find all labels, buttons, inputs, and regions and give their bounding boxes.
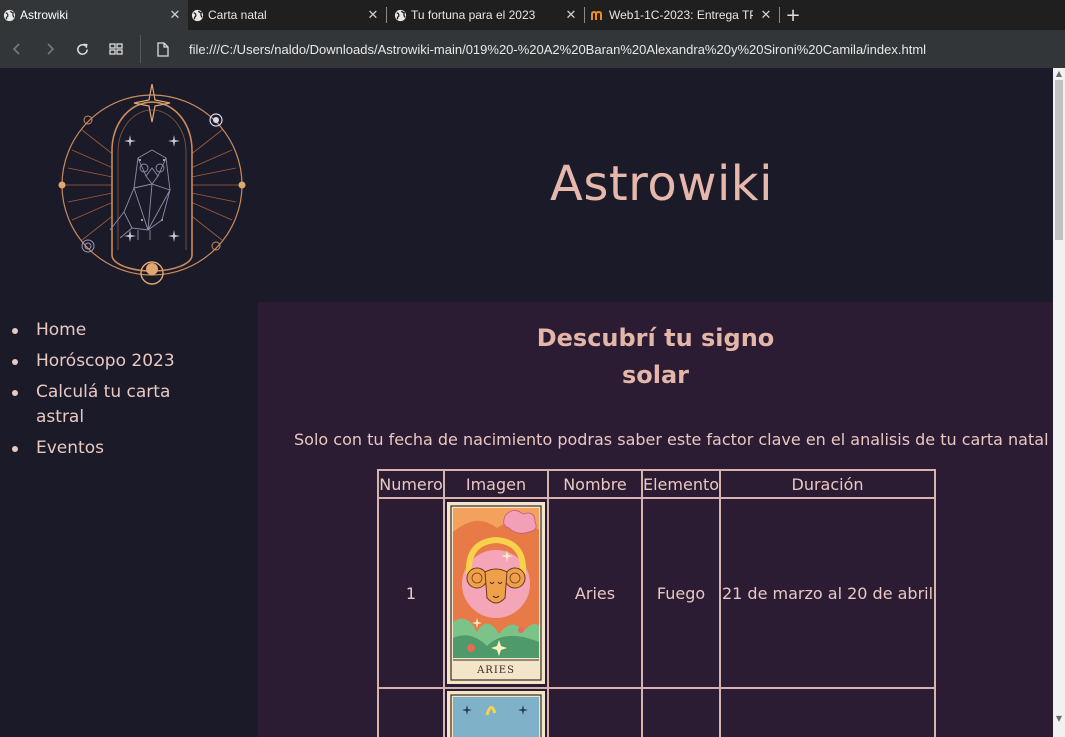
- table-row: [378, 688, 936, 737]
- tab-astrowiki[interactable]: Astrowiki ✕: [0, 0, 188, 30]
- tab-carta-natal[interactable]: Carta natal ✕: [188, 0, 386, 30]
- close-tab-icon[interactable]: ✕: [366, 7, 380, 22]
- address-url: file:///C:/Users/naldo/Downloads/Astrowi…: [189, 41, 927, 57]
- next-card-image: [447, 691, 545, 737]
- close-tab-icon[interactable]: ✕: [564, 7, 578, 22]
- file-icon: [157, 41, 169, 57]
- column-header-elemento: Elemento: [642, 470, 721, 498]
- aries-card-image: ARIES: [447, 502, 545, 684]
- cell-duracion: 21 de marzo al 20 de abril: [720, 498, 936, 688]
- scroll-up-icon[interactable]: ▲: [1055, 70, 1063, 78]
- tab-moodle-entrega[interactable]: Web1-1C-2023: Entrega TP ✕: [585, 0, 779, 30]
- forward-icon[interactable]: [33, 30, 66, 68]
- close-tab-icon[interactable]: ✕: [168, 7, 182, 22]
- main-content: Descubrí tu signo solar Solo con tu fech…: [258, 302, 1053, 737]
- heading-line-2: solar: [621, 361, 690, 389]
- card-caption: ARIES: [476, 665, 515, 676]
- nav-item-eventos[interactable]: Eventos: [12, 436, 222, 461]
- cell-elemento: [642, 688, 721, 737]
- moodle-icon: [591, 8, 605, 22]
- new-tab-icon[interactable]: +: [780, 0, 806, 30]
- site-title: Astrowiki: [550, 156, 773, 212]
- heading-line-1: Descubrí tu signo: [536, 324, 775, 352]
- cell-imagen: [444, 688, 548, 737]
- column-header-nombre: Nombre: [548, 470, 642, 498]
- tab-tu-fortuna[interactable]: Tu fortuna para el 2023 ✕: [387, 0, 584, 30]
- cell-elemento: Fuego: [642, 498, 721, 688]
- scrollbar-thumb[interactable]: [1055, 80, 1063, 240]
- cell-duracion: [720, 688, 936, 737]
- zodiac-table: Numero Imagen Nombre Elemento Duración 1: [377, 469, 937, 737]
- tab-title: Carta natal: [208, 8, 267, 22]
- cell-numero: [378, 688, 444, 737]
- toolbar-divider: [140, 35, 141, 63]
- globe-icon: [393, 8, 407, 22]
- tab-title: Astrowiki: [20, 8, 69, 22]
- column-header-numero: Numero: [378, 470, 444, 498]
- tab-title: Web1-1C-2023: Entrega TP: [609, 8, 753, 22]
- nav-item-home[interactable]: Home: [12, 318, 222, 343]
- close-tab-icon[interactable]: ✕: [759, 7, 773, 22]
- browser-toolbar: file:///C:/Users/naldo/Downloads/Astrowi…: [0, 30, 1065, 68]
- nav-item-carta-astral[interactable]: Calculá tu carta astral: [12, 380, 222, 430]
- sidebar-nav: Home Horóscopo 2023 Calculá tu carta ast…: [12, 318, 222, 467]
- nav-item-horoscopo-2023[interactable]: Horóscopo 2023: [12, 349, 222, 374]
- table-header-row: Numero Imagen Nombre Elemento Duración: [378, 470, 936, 498]
- tab-title: Tu fortuna para el 2023: [411, 8, 536, 22]
- cell-imagen: ARIES: [444, 498, 548, 688]
- scroll-down-icon[interactable]: ▼: [1055, 715, 1063, 723]
- column-header-imagen: Imagen: [444, 470, 548, 498]
- address-bar[interactable]: file:///C:/Users/naldo/Downloads/Astrowi…: [151, 30, 926, 68]
- back-icon[interactable]: [0, 30, 33, 68]
- page-scrollbar[interactable]: ▲ ▼: [1053, 68, 1065, 737]
- tab-grid-icon[interactable]: [99, 30, 132, 68]
- tab-bar: Astrowiki ✕ Carta natal ✕ Tu fortuna par…: [0, 0, 1065, 30]
- owl-logo: [58, 83, 246, 285]
- globe-icon: [2, 8, 16, 22]
- cell-nombre: Aries: [548, 498, 642, 688]
- intro-text: Solo con tu fecha de nacimiento podras s…: [294, 430, 1049, 449]
- cell-numero: 1: [378, 498, 444, 688]
- page-viewport: Astrowiki Home Horóscopo 2023 Calculá tu…: [0, 68, 1053, 737]
- section-heading: Descubrí tu signo solar: [258, 320, 1053, 394]
- table-row: 1 ARIES Aries Fuego 21 de marzo al 20 de…: [378, 498, 936, 688]
- reload-icon[interactable]: [66, 30, 99, 68]
- column-header-duracion: Duración: [720, 470, 936, 498]
- cell-nombre: [548, 688, 642, 737]
- globe-icon: [190, 8, 204, 22]
